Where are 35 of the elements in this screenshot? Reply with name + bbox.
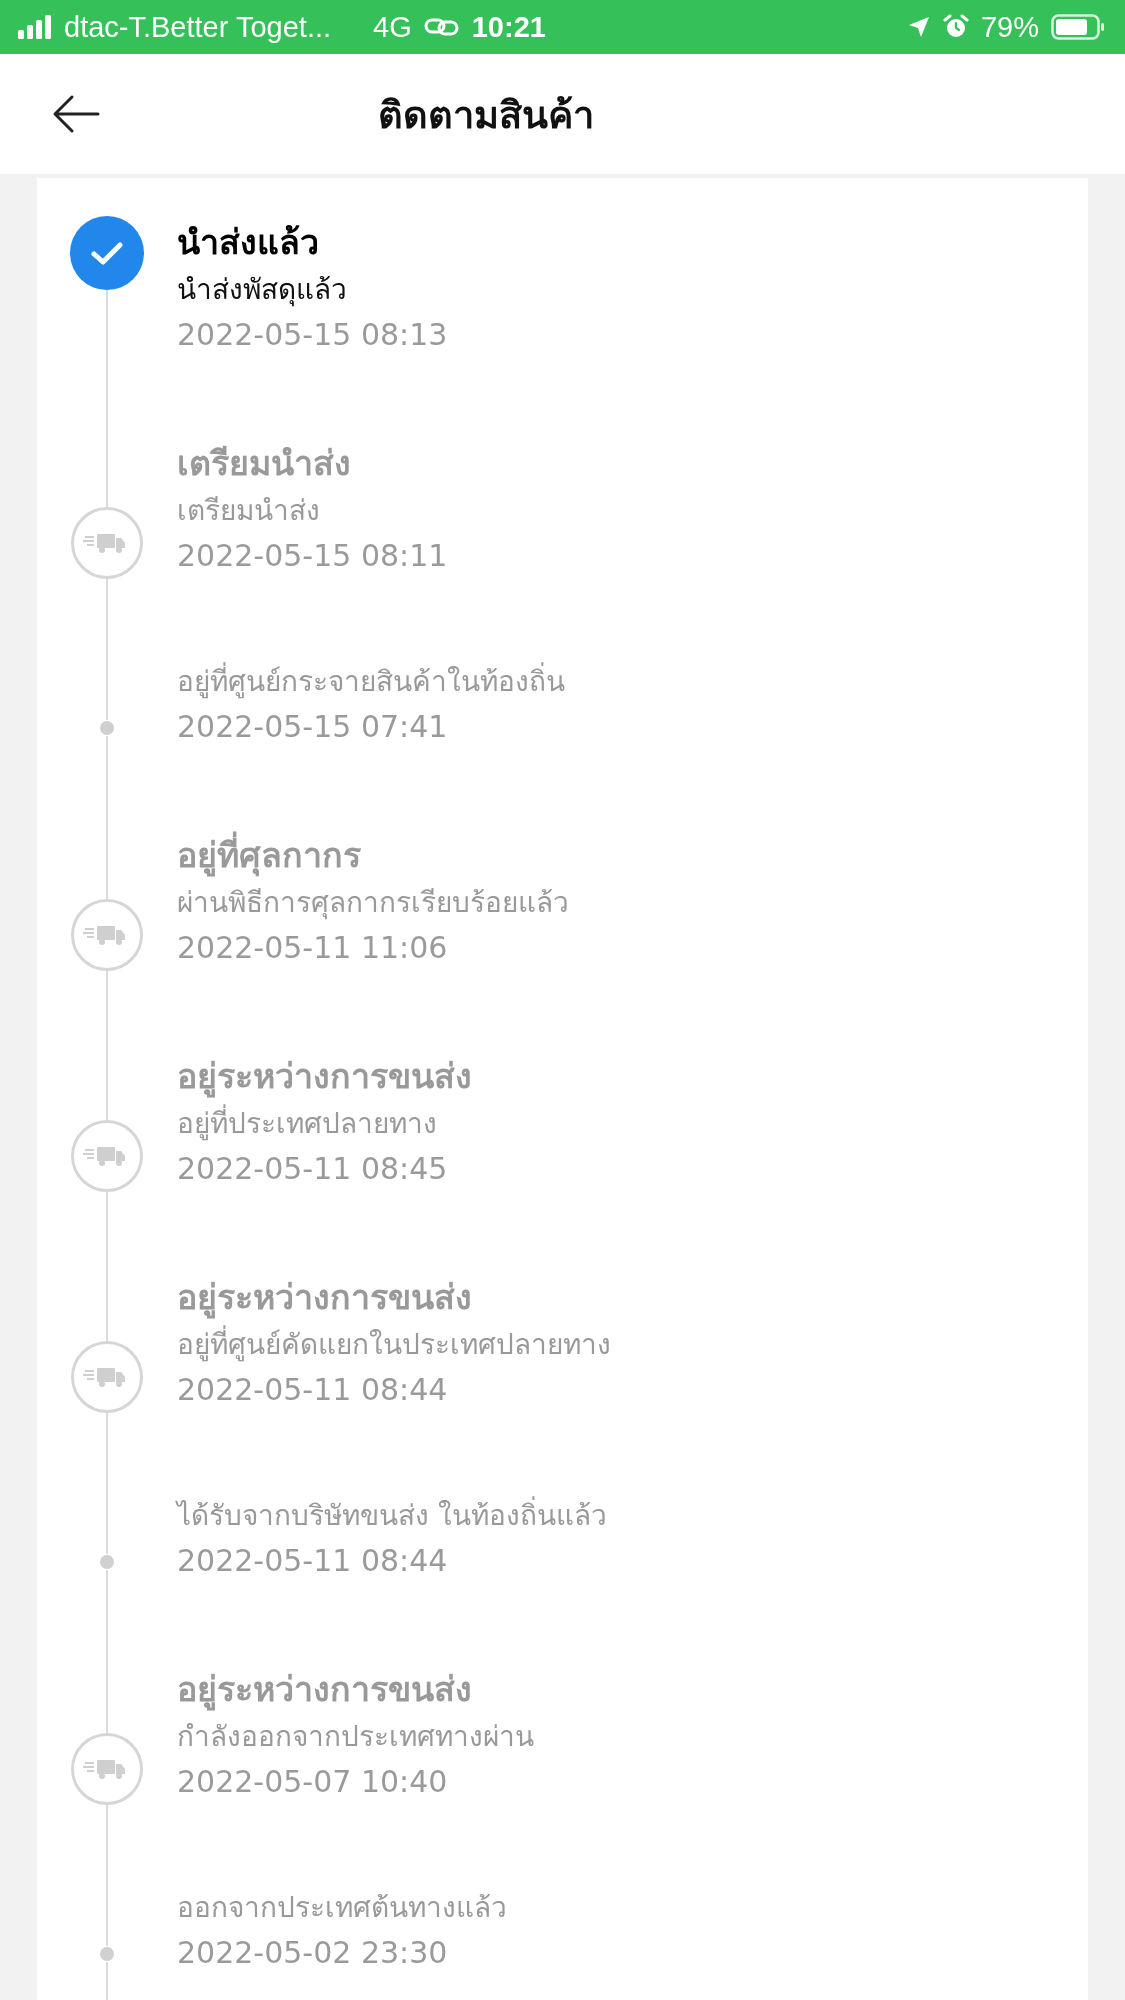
event-time: 2022-05-15 07:41 (177, 708, 449, 746)
event-time: 2022-05-11 08:44 (177, 1371, 449, 1409)
link-icon (423, 17, 460, 37)
event-description: นำส่งพัสดุแล้ว (177, 272, 348, 309)
clock-time: 10:21 (471, 10, 546, 44)
back-arrow-icon (52, 94, 100, 134)
event-time: 2022-05-11 11:06 (177, 929, 449, 967)
alarm-clock-icon (942, 14, 969, 40)
event-title: อยู่ระหว่างการขนส่ง (177, 1668, 473, 1713)
network-type: 4G (373, 10, 412, 44)
event-title: อยู่ระหว่างการขนส่ง (177, 1276, 473, 1321)
event-title: อยู่ระหว่างการขนส่ง (177, 1055, 472, 1100)
battery-icon (1051, 14, 1105, 40)
event-time: 2022-05-15 08:13 (177, 316, 448, 354)
event-time: 2022-05-15 08:11 (177, 537, 448, 575)
event-time: 2022-05-11 08:45 (177, 1150, 449, 1188)
event-description: อยู่ที่ศูนย์กระจายสินค้าในท้องถิ่น (177, 660, 565, 704)
battery-percent: 79% (980, 10, 1039, 44)
event-description: กำลังออกจากประเทศทางผ่าน (177, 1719, 534, 1755)
event-description: เตรียมนำส่ง (177, 493, 321, 529)
event-description: ได้รับจากบริษัทขนส่ง ในท้องถิ่นแล้ว (177, 1494, 607, 1538)
event-time: 2022-05-02 23:30 (177, 1934, 449, 1972)
event-description: ออกจากประเทศต้นทางแล้ว (177, 1890, 507, 1926)
event-description: อยู่ที่ประเทศปลายทาง (177, 1102, 472, 1146)
event-title: นำส่งแล้ว (177, 221, 320, 264)
event-time: 2022-05-07 10:40 (177, 1763, 449, 1801)
checkmark-icon (70, 216, 144, 290)
page-title: ติดตามสินค้า (378, 91, 594, 139)
event-title: อยู่ที่ศุลกากร (177, 829, 569, 881)
event-description: ผ่านพิธีการศุลกากรเรียบร้อยแล้ว (177, 885, 569, 922)
event-description: อยู่ที่ศูนย์คัดแยกในประเทศปลายทาง (177, 1323, 611, 1367)
carrier-name: dtac-T.Better Toget... (64, 10, 332, 44)
event-time: 2022-05-11 08:44 (177, 1542, 449, 1580)
event-title: เตรียมนำส่ง (177, 442, 352, 485)
signal-icon (18, 15, 52, 39)
